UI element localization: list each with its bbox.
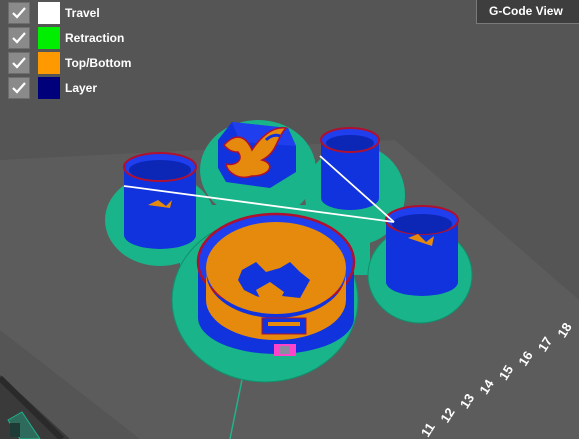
cup-front-right (385, 205, 459, 296)
layer-color-swatch (38, 77, 60, 99)
cup-back-right (320, 127, 380, 210)
retraction-checkbox[interactable] (8, 27, 30, 49)
figurine-block (218, 122, 296, 188)
bowl-front (196, 212, 356, 356)
legend-row-layer: Layer (8, 77, 97, 99)
checkmark-icon (12, 32, 26, 44)
corner-marker-inner (10, 423, 20, 437)
layer-slider[interactable]: 1112131415161718 (400, 300, 579, 439)
layer-tick-label: 18 (554, 320, 574, 340)
checkmark-icon (12, 7, 26, 19)
legend-row-travel: Travel (8, 2, 100, 24)
layer-tick-label: 15 (496, 363, 516, 383)
layer-tick-label: 17 (535, 334, 555, 354)
checkmark-icon (12, 57, 26, 69)
travel-checkbox[interactable] (8, 2, 30, 24)
legend-row-retraction: Retraction (8, 27, 124, 49)
legend-row-top-bottom: Top/Bottom (8, 52, 131, 74)
layer-tick-label: 12 (437, 405, 457, 425)
top-bottom-color-swatch (38, 52, 60, 74)
gcode-viewport[interactable]: 11 12 13 14 15 16 17 18 Travel Retraction Top/B… (0, 0, 579, 439)
checkmark-icon (12, 82, 26, 94)
top-bottom-label: Top/Bottom (65, 56, 132, 70)
travel-label: Travel (65, 6, 100, 20)
travel-color-swatch (38, 2, 60, 24)
layer-checkbox[interactable] (8, 77, 30, 99)
view-mode-button[interactable]: G-Code View (476, 0, 579, 24)
layer-label: Layer (65, 81, 98, 95)
retraction-color-swatch (38, 27, 60, 49)
top-bottom-checkbox[interactable] (8, 52, 30, 74)
retraction-label: Retraction (65, 31, 125, 45)
layer-tick-label: 14 (476, 376, 497, 397)
cup-left (123, 152, 197, 249)
layer-tick-label: 16 (515, 348, 535, 368)
layer-tick-label: 13 (457, 391, 477, 411)
layer-tick-label: 11 (418, 420, 438, 439)
